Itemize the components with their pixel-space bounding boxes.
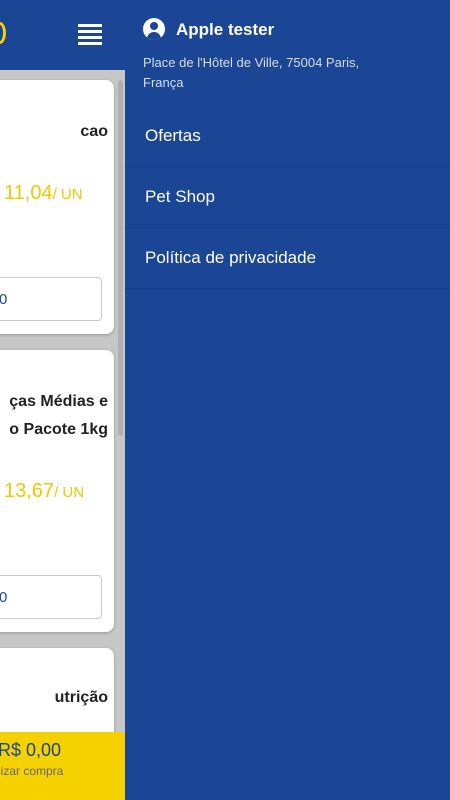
drawer-menu: Ofertas Pet Shop Política de privacidade — [125, 106, 450, 289]
product-card[interactable]: cao 11,04/ UN 0 — [0, 80, 114, 334]
menu-item-privacy-policy[interactable]: Política de privacidade — [125, 228, 450, 289]
quantity-field[interactable]: 0 — [0, 575, 102, 619]
scrollbar-thumb[interactable] — [118, 80, 123, 436]
account-circle-icon — [143, 18, 165, 40]
menu-item-ofertas[interactable]: Ofertas — [125, 106, 450, 167]
product-card[interactable]: ças Médias e o Pacote 1kg 13,67/ UN 0 — [0, 350, 114, 632]
drawer-header: Apple tester Place de l'Hôtel de Ville, … — [125, 0, 450, 106]
menu-item-pet-shop[interactable]: Pet Shop — [125, 167, 450, 228]
product-name: ças Médias e o Pacote 1kg — [9, 393, 108, 438]
product-price: 11,04/ UN — [4, 182, 83, 204]
logo — [0, 22, 6, 44]
hamburger-menu-icon[interactable] — [78, 24, 102, 48]
cart-bar[interactable]: R$ 0,00 lizar compra — [0, 732, 125, 800]
user-name: Apple tester — [176, 20, 275, 39]
background-page: cao 11,04/ UN 0 ças Médias e o Pacote 1k… — [0, 0, 125, 800]
user-address: Place de l'Hôtel de Ville, 75004 Paris, … — [143, 55, 360, 90]
app-header — [0, 0, 125, 70]
cart-hint: lizar compra — [0, 764, 64, 778]
product-name: cao — [80, 123, 108, 140]
quantity-field[interactable]: 0 — [0, 277, 102, 321]
product-name: utrição — [54, 689, 108, 706]
navigation-drawer: Apple tester Place de l'Hôtel de Ville, … — [125, 0, 450, 800]
cart-total: R$ 0,00 — [0, 740, 62, 760]
product-price: 13,67/ UN — [4, 480, 85, 502]
